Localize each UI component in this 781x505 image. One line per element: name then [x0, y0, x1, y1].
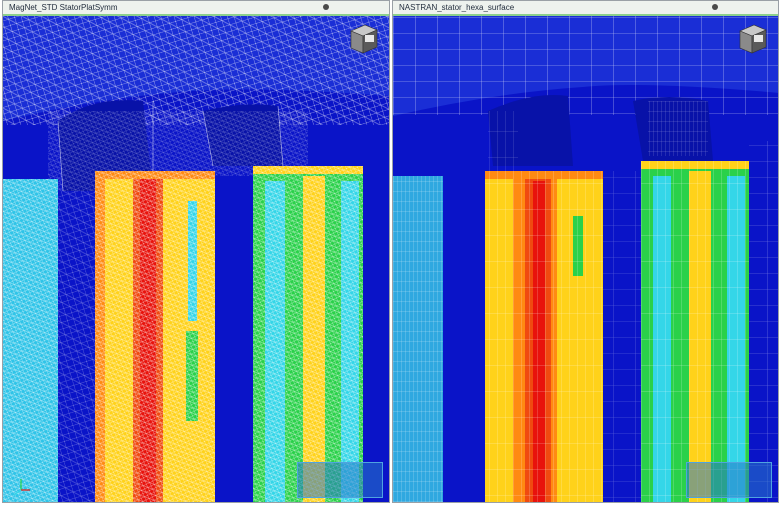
viewport-left[interactable]: MagNet_STD StatorPlatSymm — [2, 0, 390, 503]
result-legend-box — [297, 462, 383, 498]
result-legend-box — [686, 462, 772, 498]
viewport-right-title: NASTRAN_stator_hexa_surface — [399, 3, 515, 12]
viewport-left-title: MagNet_STD StatorPlatSymm — [9, 3, 118, 12]
view-cube-icon[interactable] — [734, 21, 770, 57]
coil-hot-mesh — [95, 171, 215, 502]
coil-hot-mesh — [485, 171, 603, 502]
top-surface-mesh — [3, 15, 389, 125]
viewport-left-header: MagNet_STD StatorPlatSymm — [3, 1, 389, 16]
viewport-menu-dot-icon[interactable] — [323, 4, 329, 10]
axis-triad-icon — [13, 479, 30, 496]
viewport-right[interactable]: NASTRAN_stator_hexa_surface — [392, 0, 779, 503]
viewport-right-header: NASTRAN_stator_hexa_surface — [393, 1, 778, 16]
top-surface-mesh — [393, 15, 778, 115]
right-model-scene[interactable] — [393, 1, 779, 503]
coil-cyan-left-mesh — [3, 179, 58, 502]
left-model-scene[interactable] — [3, 1, 390, 503]
view-cube-icon[interactable] — [345, 21, 381, 57]
coil-cool-mesh — [253, 166, 363, 502]
viewport-menu-dot-icon[interactable] — [712, 4, 718, 10]
coil-cool-mesh — [641, 161, 749, 502]
